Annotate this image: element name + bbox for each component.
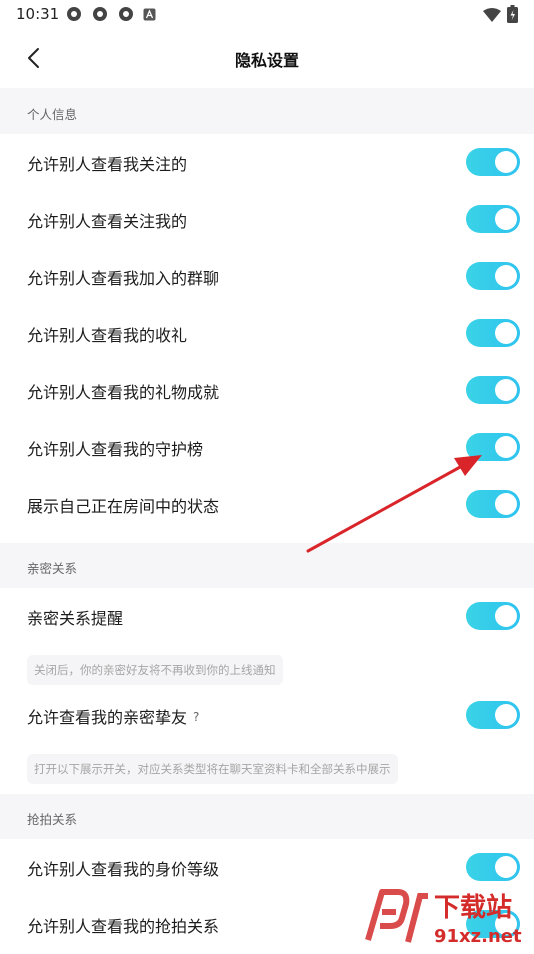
toggle-knob: [495, 379, 517, 401]
setting-label: 展示自己正在房间中的状态: [27, 497, 220, 516]
setting-row: 亲密关系提醒: [0, 588, 534, 645]
page-title: 隐私设置: [234, 51, 299, 70]
section-header-intimate-relations: 亲密关系: [0, 543, 534, 588]
setting-label-text: 允许查看我的亲密挚友: [27, 708, 188, 727]
status-time: 10:31: [16, 5, 60, 23]
setting-label: 允许别人查看关注我的: [27, 212, 188, 231]
section-title: 抢拍关系: [27, 812, 78, 827]
toggle-switch[interactable]: [466, 376, 520, 404]
toggle-knob: [495, 151, 517, 173]
watermark-logo: 下载站 91xz.net: [365, 889, 522, 947]
setting-row: 允许别人查看我关注的: [0, 134, 534, 191]
toggle-switch[interactable]: [466, 262, 520, 290]
site-watermark: 下载站 91xz.net: [362, 882, 534, 950]
section-header-personal-info: 个人信息: [0, 88, 534, 134]
setting-row: 允许别人查看我的收礼: [0, 305, 534, 362]
setting-row: 允许别人查看我的礼物成就: [0, 362, 534, 419]
toggle-knob: [495, 322, 517, 344]
setting-label: 允许别人查看我加入的群聊: [27, 269, 220, 288]
section-title: 亲密关系: [27, 561, 78, 576]
toggle-switch[interactable]: [466, 319, 520, 347]
toggle-switch[interactable]: [466, 701, 520, 729]
battery-icon: [507, 5, 518, 23]
toggle-knob: [495, 436, 517, 458]
setting-row: 允许别人查看我的守护榜: [0, 419, 534, 476]
keyboard-badge-icon: [143, 8, 156, 21]
help-icon[interactable]: ?: [193, 710, 199, 724]
app-header: 隐私设置: [0, 28, 534, 88]
toggle-switch[interactable]: [466, 205, 520, 233]
setting-row: 允许别人查看我加入的群聊: [0, 248, 534, 305]
toggle-switch[interactable]: [466, 148, 520, 176]
setting-label: 允许别人查看我的身价等级: [27, 860, 220, 879]
hint-text: 打开以下展示开关，对应关系类型将在聊天室资料卡和全部关系中展示: [27, 754, 398, 784]
toggle-switch[interactable]: [466, 433, 520, 461]
setting-row: 允许别人查看关注我的: [0, 191, 534, 248]
status-bar: 10:31: [0, 0, 534, 28]
setting-label: 允许查看我的亲密挚友?: [27, 704, 199, 728]
section-title: 个人信息: [27, 107, 78, 122]
setting-label: 允许别人查看我的收礼: [27, 326, 188, 345]
setting-row: 允许查看我的亲密挚友?: [0, 687, 534, 744]
setting-label: 允许别人查看我的抢拍关系: [27, 917, 220, 936]
toggle-knob: [495, 493, 517, 515]
setting-label: 亲密关系提醒: [27, 609, 124, 628]
setting-row: 展示自己正在房间中的状态: [0, 476, 534, 533]
hint-text: 关闭后，你的亲密好友将不再收到你的上线通知: [27, 655, 283, 685]
app-notification-icon: [93, 7, 107, 21]
wifi-icon: [483, 8, 501, 22]
toggle-knob: [495, 208, 517, 230]
app-notification-icon: [67, 7, 81, 21]
toggle-knob: [495, 856, 517, 878]
toggle-knob: [495, 265, 517, 287]
watermark-site: 91xz.net: [434, 926, 522, 947]
toggle-knob: [495, 704, 517, 726]
toggle-switch[interactable]: [466, 602, 520, 630]
watermark-brand: 下载站: [434, 893, 512, 923]
toggle-switch[interactable]: [466, 490, 520, 518]
setting-label: 允许别人查看我的礼物成就: [27, 383, 220, 402]
toggle-switch[interactable]: [466, 853, 520, 881]
section-header-auction-relations: 抢拍关系: [0, 794, 534, 839]
app-notification-icon: [119, 7, 133, 21]
setting-label: 允许别人查看我的守护榜: [27, 440, 204, 459]
toggle-knob: [495, 605, 517, 627]
setting-label: 允许别人查看我关注的: [27, 155, 188, 174]
